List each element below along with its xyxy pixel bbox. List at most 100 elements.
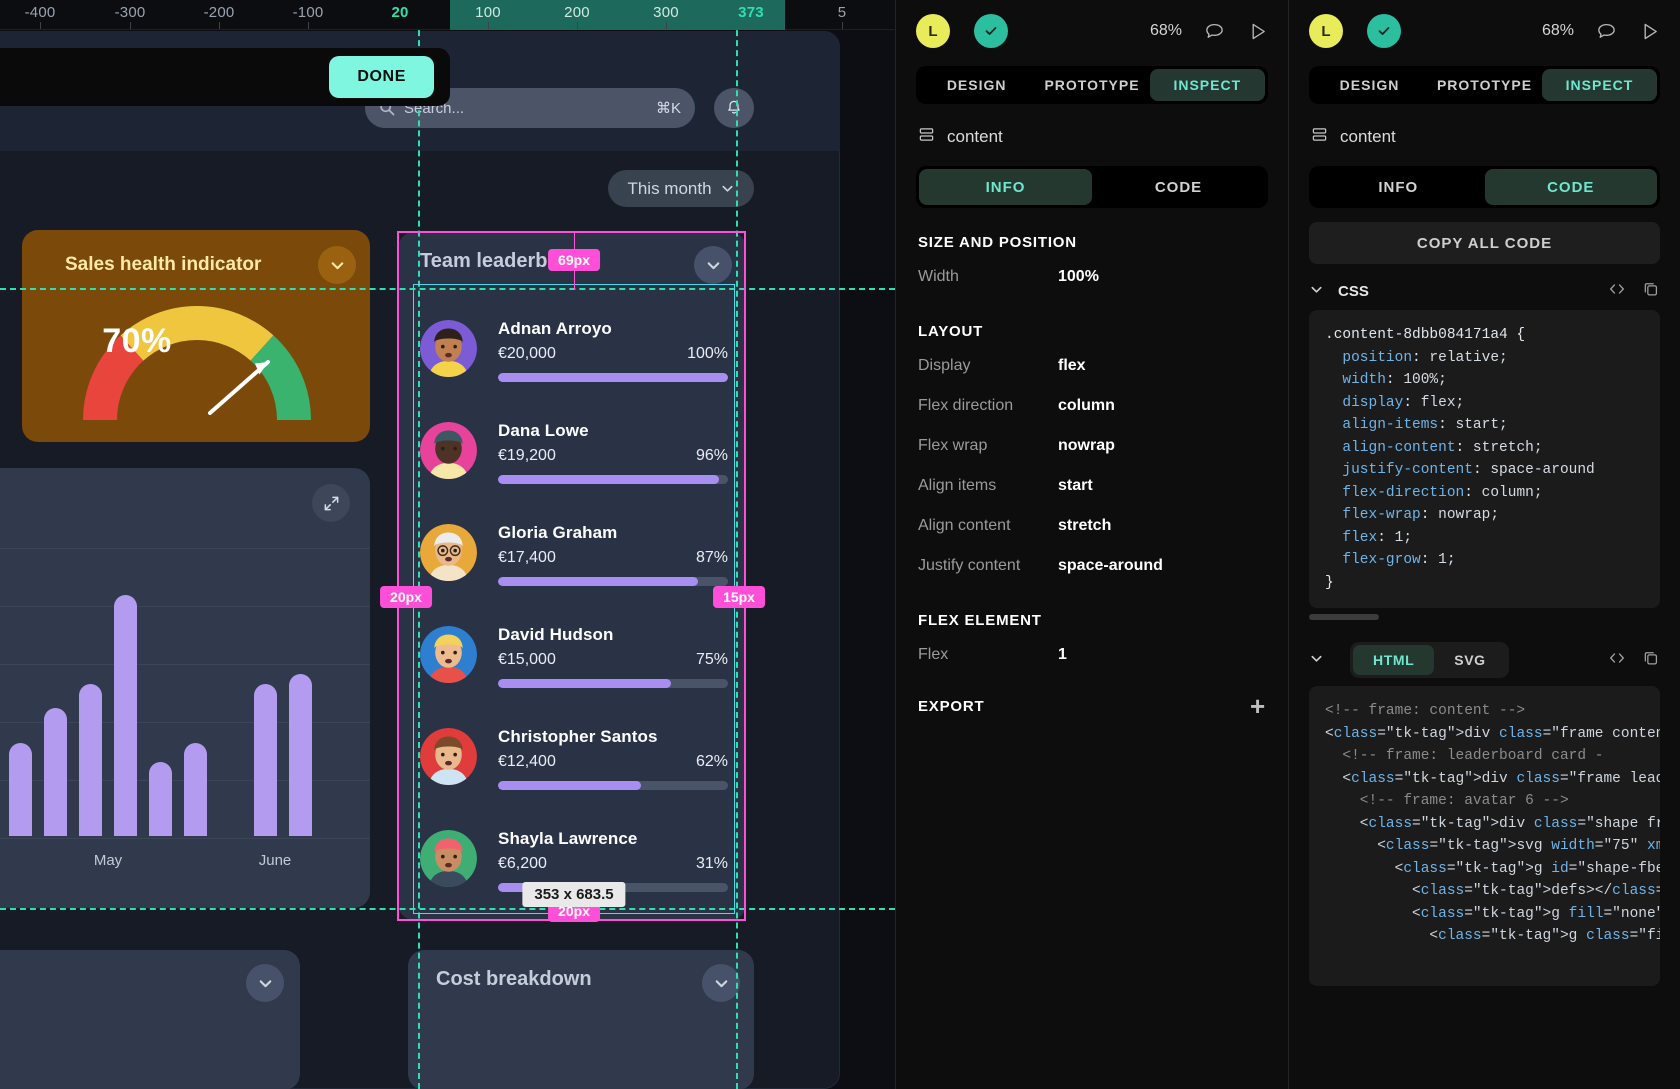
- tab-code[interactable]: CODE: [1484, 169, 1657, 205]
- tab-inspect[interactable]: INSPECT: [1542, 69, 1657, 101]
- view-code-icon[interactable]: [1608, 649, 1626, 671]
- guide-vertical-right: [736, 0, 738, 1089]
- gauge-value: 70%: [102, 322, 172, 360]
- period-filter-dropdown[interactable]: This month: [608, 170, 754, 207]
- tab-svg[interactable]: SVG: [1434, 645, 1505, 675]
- bar-chart-card[interactable]: May June: [0, 468, 370, 908]
- css-section-header[interactable]: CSS: [1289, 264, 1680, 310]
- bottom-left-collapse-button[interactable]: [246, 964, 284, 1002]
- comment-button[interactable]: [1596, 21, 1617, 42]
- tab-design[interactable]: DESIGN: [919, 69, 1034, 101]
- chevron-down-icon[interactable]: [1309, 282, 1324, 301]
- property-row[interactable]: Align content stretch: [896, 506, 1288, 546]
- tab-design[interactable]: DESIGN: [1312, 69, 1427, 101]
- leaderboard-row-name: Christopher Santos: [498, 727, 658, 746]
- export-section[interactable]: EXPORT +: [896, 675, 1288, 737]
- comment-button[interactable]: [1204, 21, 1225, 42]
- guide-vertical-left: [418, 0, 420, 1089]
- breadcrumb[interactable]: content: [896, 104, 1288, 158]
- avatar: [420, 626, 477, 683]
- html-code-block[interactable]: <!-- frame: content --> <class="tk-tag">…: [1309, 686, 1660, 986]
- tab-info[interactable]: INFO: [919, 169, 1092, 205]
- leaderboard-card[interactable]: Team leaderboard Adnan Arroyo €20,000 100%…: [398, 232, 746, 920]
- markup-format-tabs[interactable]: HTML SVG: [1350, 642, 1509, 678]
- leaderboard-row-amount: €17,400: [498, 549, 556, 566]
- info-mode-tabs[interactable]: DESIGN PROTOTYPE INSPECT: [916, 66, 1268, 104]
- bottom-left-card[interactable]: [0, 950, 300, 1089]
- property-value: column: [1058, 397, 1115, 414]
- avatar: [420, 728, 477, 785]
- property-row[interactable]: Align items start: [896, 466, 1288, 506]
- canvas-ruler[interactable]: -400 -300 -200 -100 20 100 200 300 373 5: [0, 0, 895, 30]
- status-check-avatar[interactable]: [1367, 14, 1401, 48]
- leaderboard-row[interactable]: Adnan Arroyo €20,000 100%: [398, 304, 746, 406]
- property-row[interactable]: Flex wrap nowrap: [896, 426, 1288, 466]
- property-row[interactable]: Flex direction column: [896, 386, 1288, 426]
- play-icon: [1644, 23, 1657, 39]
- chart-bar: [149, 762, 172, 836]
- leaderboard-row[interactable]: Gloria Graham €17,400 87%: [398, 508, 746, 610]
- breadcrumb[interactable]: content: [1289, 104, 1680, 158]
- info-subtabs[interactable]: INFO CODE: [916, 166, 1268, 208]
- code-mode-tabs[interactable]: DESIGN PROTOTYPE INSPECT: [1309, 66, 1660, 104]
- code-subtabs[interactable]: INFO CODE: [1309, 166, 1660, 208]
- sales-health-card[interactable]: Sales health indicator 70%: [22, 230, 370, 442]
- leaderboard-row-amount: €15,000: [498, 651, 556, 668]
- ruler-tick-mark: [308, 22, 309, 29]
- leaderboard-row-progress: [498, 577, 728, 586]
- property-value: flex: [1058, 357, 1086, 374]
- leaderboard-row[interactable]: Dana Lowe €19,200 96%: [398, 406, 746, 508]
- expand-chart-button[interactable]: [312, 484, 350, 522]
- property-key: Justify content: [918, 557, 1021, 574]
- tab-inspect[interactable]: INSPECT: [1149, 69, 1265, 101]
- copy-all-code-button[interactable]: COPY ALL CODE: [1309, 222, 1660, 264]
- cost-breakdown-card[interactable]: Cost breakdown: [408, 950, 754, 1089]
- chevron-down-icon[interactable]: [1309, 651, 1324, 670]
- property-key: Flex direction: [918, 397, 1014, 414]
- play-icon: [1252, 23, 1265, 39]
- guide-horizontal-top: [0, 288, 895, 290]
- property-row[interactable]: Width 100%: [896, 257, 1288, 297]
- leaderboard-row[interactable]: Christopher Santos €12,400 62%: [398, 712, 746, 814]
- status-check-avatar[interactable]: [974, 14, 1008, 48]
- avatar[interactable]: L: [916, 14, 950, 48]
- avatar[interactable]: L: [1309, 14, 1343, 48]
- leaderboard-row-progress: [498, 679, 728, 688]
- notifications-button[interactable]: [714, 88, 754, 128]
- design-canvas[interactable]: Search... ⌘K This month Sales health ind…: [0, 0, 895, 1089]
- property-value: start: [1058, 477, 1093, 494]
- gridline: [0, 548, 370, 549]
- leaderboard-row[interactable]: David Hudson €15,000 75%: [398, 610, 746, 712]
- zoom-level[interactable]: 68%: [1150, 22, 1182, 40]
- property-row[interactable]: Display flex: [896, 346, 1288, 386]
- section-title: FLEX ELEMENT: [918, 612, 1042, 629]
- tab-prototype[interactable]: PROTOTYPE: [1034, 69, 1149, 101]
- leaderboard-row-progress-fill: [498, 781, 641, 790]
- ruler-tick-mark: [577, 22, 578, 29]
- zoom-level[interactable]: 68%: [1542, 22, 1574, 40]
- leaderboard-row-percent: 75%: [695, 651, 728, 668]
- tab-info[interactable]: INFO: [1312, 169, 1485, 205]
- present-button[interactable]: [1639, 21, 1660, 42]
- property-row[interactable]: Flex 1: [896, 635, 1288, 675]
- property-row[interactable]: Justify content space-around: [896, 546, 1288, 586]
- leaderboard-row-amount: €20,000: [498, 345, 556, 362]
- view-code-icon[interactable]: [1608, 280, 1626, 302]
- copy-icon[interactable]: [1642, 649, 1660, 671]
- css-code-block[interactable]: .content-8dbb084171a4 { position: relati…: [1309, 310, 1660, 608]
- cost-breakdown-collapse-button[interactable]: [702, 964, 740, 1002]
- copy-icon[interactable]: [1642, 280, 1660, 302]
- tab-html[interactable]: HTML: [1353, 645, 1435, 675]
- chart-x-tick: May: [93, 852, 123, 869]
- done-button[interactable]: DONE: [329, 56, 434, 98]
- present-button[interactable]: [1247, 21, 1268, 42]
- leaderboard-collapse-button[interactable]: [694, 246, 732, 284]
- add-export-icon[interactable]: +: [1250, 693, 1266, 719]
- sales-health-collapse-button[interactable]: [318, 246, 356, 284]
- leaderboard-row-progress-fill: [498, 577, 699, 586]
- tab-prototype[interactable]: PROTOTYPE: [1427, 69, 1542, 101]
- tab-code[interactable]: CODE: [1092, 169, 1265, 205]
- markup-section-header[interactable]: HTML SVG: [1289, 620, 1680, 686]
- export-label: EXPORT: [918, 697, 985, 715]
- guide-horizontal-bottom: [0, 908, 895, 910]
